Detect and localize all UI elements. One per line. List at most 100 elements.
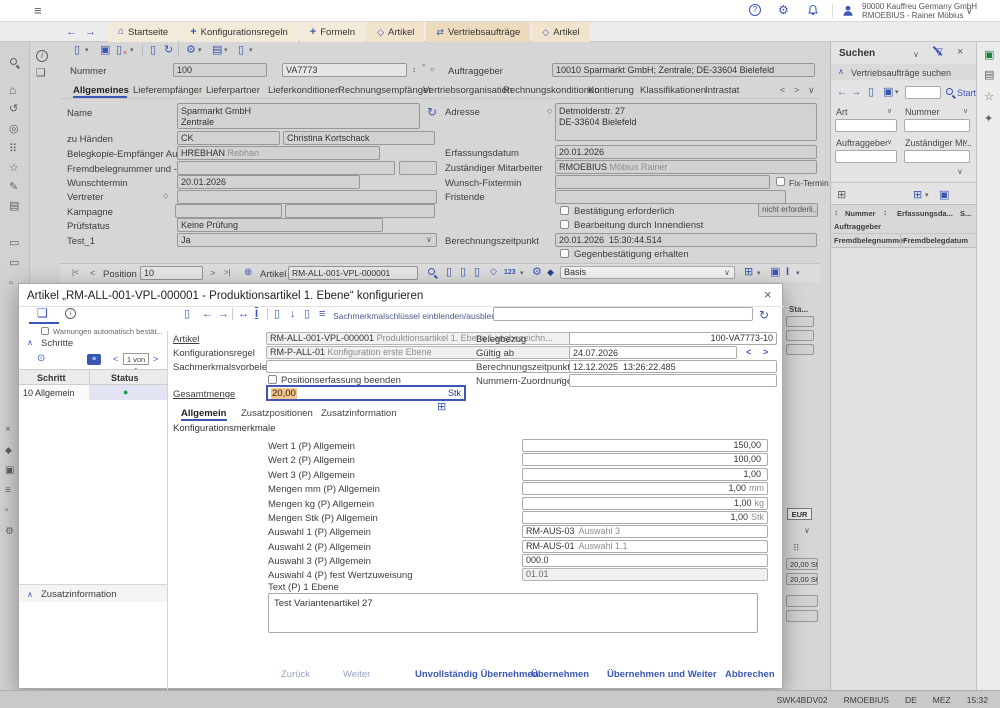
box-icon[interactable]: ▫ <box>9 278 13 289</box>
gegenbestaetigung-checkbox[interactable] <box>560 249 569 258</box>
window-icon[interactable]: ▯ <box>238 45 244 56</box>
fremdbelegdatum-input[interactable] <box>399 161 437 175</box>
bestaetigung-checkbox[interactable] <box>560 206 569 215</box>
favorites-icon[interactable]: ☆ <box>9 163 19 174</box>
col-s[interactable]: S... <box>960 209 971 218</box>
calendar-caret-icon[interactable]: ▾ <box>224 47 228 54</box>
dialog-export-icon[interactable]: ▯ <box>274 309 280 320</box>
erfassungsdatum-input[interactable] <box>555 145 817 159</box>
journal-icon[interactable]: ▤ <box>984 70 994 81</box>
help-icon[interactable]: ? <box>749 4 761 16</box>
order-tab-lieferkonditionen[interactable]: Lieferkonditionen <box>268 85 340 96</box>
ibeam-icon[interactable]: I <box>786 267 789 278</box>
order-tab-rechnungsempfaenger[interactable]: Rechnungsempfänger <box>338 85 431 96</box>
nummer-input[interactable] <box>282 63 407 77</box>
gesamtmenge-input[interactable]: 20,00 Stk <box>266 385 466 401</box>
folder-icon[interactable]: ▭ <box>9 238 19 249</box>
save-tool-icon[interactable]: ▣ <box>5 466 14 476</box>
pages-icon[interactable]: ❏ <box>36 68 46 79</box>
dialog-ibeam-icon[interactable]: I <box>255 309 258 320</box>
dialog-forward-icon[interactable]: → <box>218 309 229 320</box>
merkmal-input[interactable]: 150,00 <box>522 439 768 452</box>
dialog-pages-tab-icon[interactable]: ❏ <box>37 307 48 319</box>
order-tab-lieferpartner[interactable]: Lieferpartner <box>206 85 260 96</box>
nicht-erforderlich-button[interactable]: nicht erforderli... <box>758 203 818 217</box>
more-filters-chevron-icon[interactable]: ∨ <box>957 168 963 176</box>
home-icon[interactable]: ⌂ <box>9 84 16 96</box>
doc-degree-icon[interactable]: ▯ <box>474 267 480 278</box>
schluessel-toggle-label[interactable]: Sachmerkmalschlüssel einblenden/ausblend… <box>333 311 510 321</box>
vertreter-input[interactable] <box>177 190 437 204</box>
qty-field-empty[interactable] <box>786 610 818 622</box>
col-auftraggeber[interactable]: Auftraggeber <box>834 222 881 231</box>
dialog-new-icon[interactable]: ▯ <box>184 309 190 320</box>
tab-vertriebsauftraege[interactable]: ⇄Vertriebsaufträge <box>426 22 530 42</box>
steps-col-status[interactable]: Status <box>111 373 139 383</box>
kampagne-name-input[interactable] <box>285 204 435 218</box>
dialog-info-icon[interactable]: i <box>65 308 76 319</box>
actions-icon[interactable]: ⚙ <box>186 45 196 56</box>
zu-haenden-code-input[interactable] <box>177 131 280 145</box>
result-layout-icon[interactable]: ⊞ <box>913 190 922 201</box>
order-tab-allgemeines[interactable]: Allgemeines <box>73 85 129 96</box>
order-tab-intrastat[interactable]: Intrastat <box>705 85 739 96</box>
gear-tool-icon[interactable]: ⚙ <box>5 527 14 537</box>
close-tool-icon[interactable]: × <box>5 425 11 435</box>
user-menu-chevron-icon[interactable]: ∨ <box>966 7 973 16</box>
result-save-icon[interactable]: ▣ <box>939 190 949 201</box>
table-layout-caret-icon[interactable]: ▾ <box>757 270 761 277</box>
sort-icon[interactable]: ↕ <box>412 66 416 74</box>
hidden-field[interactable] <box>786 316 814 327</box>
weiter-button[interactable]: Weiter <box>343 669 370 680</box>
steps-next-icon[interactable]: > <box>153 355 158 364</box>
filter-mitarbeiter-input[interactable] <box>904 150 970 163</box>
uebernehmen-button[interactable]: Übernehmen <box>531 669 589 680</box>
order-tab-rechnungskonditionen[interactable]: Rechnungskonditionen <box>503 85 600 96</box>
fremdbelegnummer-input[interactable] <box>177 161 395 175</box>
filter-auftraggeber-chevron-icon[interactable]: ∨ <box>887 139 892 146</box>
copy-document-icon[interactable]: ▯ <box>150 45 156 56</box>
col-fremdbelegdatum[interactable]: Fremdbelegdatum <box>903 236 968 245</box>
doc-icon[interactable]: ▯ <box>446 267 452 278</box>
pruefstatus-input[interactable] <box>177 218 383 232</box>
filter-nummer-chevron-icon[interactable]: ∨ <box>963 108 968 115</box>
fixtermin-input[interactable] <box>555 175 770 189</box>
steps-badge-icon[interactable]: ≡ <box>87 354 101 365</box>
merkmal-input[interactable]: 01.01 <box>522 568 768 581</box>
uebernehmen-und-weiter-button[interactable]: Übernehmen und Weiter <box>607 669 717 680</box>
numbers-caret-icon[interactable]: ▾ <box>520 270 524 277</box>
unvollstaendig-uebernehmen-button[interactable]: Unvollständig Übernehmen <box>415 669 539 680</box>
steps-prev-icon[interactable]: < <box>113 355 118 364</box>
panel-quick-input[interactable] <box>905 86 941 99</box>
panel-save-icon[interactable]: ▣ <box>883 87 893 98</box>
qty-field[interactable]: 20,00 Stk <box>786 558 818 570</box>
schluessel-input[interactable] <box>493 307 753 321</box>
excel-export-icon[interactable]: ▣ <box>984 48 994 61</box>
steps-collapse-icon[interactable]: ∧ <box>27 339 33 347</box>
artikel-field[interactable]: RM-ALL-001-VPL-000001 Produktionsartikel… <box>266 332 596 345</box>
mitarbeiter-field[interactable]: RMOEBIUS Möbius Rainer <box>555 160 817 174</box>
hidden-field[interactable] <box>786 344 814 355</box>
notifications-icon[interactable] <box>807 4 819 20</box>
dialog-close-icon[interactable]: × <box>764 288 772 301</box>
result-table-icon[interactable]: ⊞ <box>837 190 846 201</box>
refresh-name-icon[interactable]: ↻ <box>427 106 437 118</box>
text-area[interactable]: Test Variantenartikel 27 <box>268 593 758 633</box>
berechnungszeitpunkt-input[interactable] <box>569 360 777 373</box>
actions-caret-icon[interactable]: ▾ <box>198 47 202 54</box>
diamond-icon[interactable]: ◇ <box>490 267 497 276</box>
fristende-input[interactable] <box>555 190 786 204</box>
belegbezug-field[interactable]: 100-VA7773-10 <box>569 332 777 345</box>
panel-new-icon[interactable]: ▯ <box>868 87 874 98</box>
position-artikel-input[interactable] <box>288 266 418 280</box>
sort-icon[interactable]: ↕ <box>834 209 838 217</box>
merkmal-input[interactable]: 100,00 <box>522 453 768 466</box>
calendar-icon[interactable]: ▤ <box>212 45 222 56</box>
reports-icon[interactable]: ▤ <box>9 201 19 212</box>
view-select[interactable]: Basis <box>560 266 735 279</box>
kampagne-code-input[interactable] <box>175 204 282 218</box>
last-position-icon[interactable]: >| <box>224 269 231 277</box>
dialog-back-icon[interactable]: ← <box>202 309 213 320</box>
refresh-icon[interactable]: ↻ <box>164 45 173 56</box>
tab-artikel-2[interactable]: ◇Artikel <box>532 22 589 42</box>
